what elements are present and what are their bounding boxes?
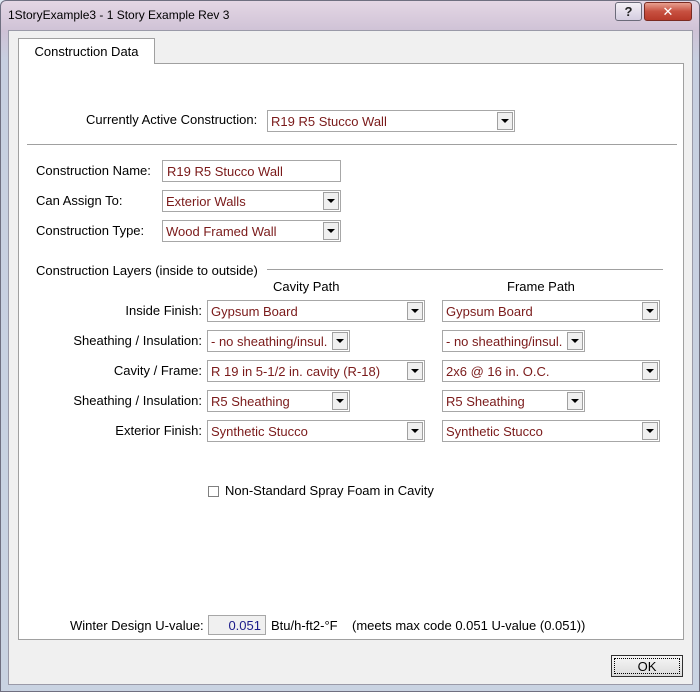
construction-name-value: R19 R5 Stucco Wall (167, 164, 283, 179)
uvalue-units: Btu/h-ft2-°F (271, 618, 338, 633)
close-button[interactable]: ✕ (644, 2, 692, 21)
chevron-down-icon[interactable] (323, 222, 339, 240)
inner-sheathing-cavity-select[interactable]: - no sheathing/insul. (207, 330, 350, 352)
inside-finish-frame-value: Gypsum Board (446, 304, 533, 319)
cavity-frame-label: Cavity / Frame: (113, 363, 202, 378)
chevron-down-icon[interactable] (567, 332, 583, 350)
assign-to-select[interactable]: Exterior Walls (162, 190, 341, 212)
inside-finish-label: Inside Finish: (125, 303, 202, 318)
outer-sheathing-label: Sheathing / Insulation: (73, 393, 202, 408)
exterior-finish-frame-select[interactable]: Synthetic Stucco (442, 420, 660, 442)
construction-type-label: Construction Type: (36, 223, 145, 238)
inside-finish-frame-select[interactable]: Gypsum Board (442, 300, 660, 322)
outer-sheathing-frame-select[interactable]: R5 Sheathing (442, 390, 585, 412)
assign-to-value: Exterior Walls (166, 194, 246, 209)
uvalue-label: Winter Design U-value: (70, 618, 204, 633)
cavity-insulation-value: R 19 in 5-1/2 in. cavity (R-18) (211, 364, 381, 379)
exterior-finish-cavity-value: Synthetic Stucco (211, 424, 308, 439)
chevron-down-icon[interactable] (323, 192, 339, 210)
exterior-finish-label: Exterior Finish: (115, 423, 202, 438)
layers-heading: Construction Layers (inside to outside) (36, 263, 258, 278)
dialog-client-area: Construction Data Currently Active Const… (8, 30, 693, 685)
construction-data-panel: Currently Active Construction: R19 R5 St… (18, 63, 684, 640)
layers-divider (267, 269, 663, 271)
chevron-down-icon[interactable] (332, 332, 348, 350)
spray-foam-label[interactable]: Non-Standard Spray Foam in Cavity (225, 483, 434, 498)
assign-to-label: Can Assign To: (36, 193, 123, 208)
construction-type-select[interactable]: Wood Framed Wall (162, 220, 341, 242)
chevron-down-icon[interactable] (407, 302, 423, 320)
ok-button[interactable]: OK (611, 655, 683, 677)
exterior-finish-cavity-select[interactable]: Synthetic Stucco (207, 420, 425, 442)
chevron-down-icon[interactable] (497, 112, 513, 130)
inner-sheathing-frame-select[interactable]: - no sheathing/insul. (442, 330, 585, 352)
cavity-path-header: Cavity Path (273, 279, 340, 294)
uvalue-code-note: (meets max code 0.051 U-value (0.051)) (352, 618, 586, 633)
chevron-down-icon[interactable] (332, 392, 348, 410)
chevron-down-icon[interactable] (642, 362, 658, 380)
inner-sheathing-label: Sheathing / Insulation: (73, 333, 202, 348)
chevron-down-icon[interactable] (567, 392, 583, 410)
spray-foam-checkbox[interactable] (208, 486, 219, 497)
uvalue-readout: 0.051 (208, 615, 266, 635)
frame-path-header: Frame Path (507, 279, 575, 294)
outer-sheathing-cavity-select[interactable]: R5 Sheathing (207, 390, 350, 412)
outer-sheathing-frame-value: R5 Sheathing (446, 394, 525, 409)
construction-name-input[interactable]: R19 R5 Stucco Wall (162, 160, 341, 182)
chevron-down-icon[interactable] (407, 362, 423, 380)
inside-finish-cavity-select[interactable]: Gypsum Board (207, 300, 425, 322)
title-bar: 1StoryExample3 - 1 Story Example Rev 3 ?… (1, 1, 699, 29)
outer-sheathing-cavity-value: R5 Sheathing (211, 394, 290, 409)
help-button[interactable]: ? (615, 2, 642, 21)
framing-value: 2x6 @ 16 in. O.C. (446, 364, 550, 379)
tab-construction-data[interactable]: Construction Data (18, 38, 155, 64)
uvalue-value: 0.051 (228, 618, 261, 633)
chevron-down-icon[interactable] (642, 302, 658, 320)
inner-sheathing-cavity-value: - no sheathing/insul. (211, 334, 328, 349)
construction-name-label: Construction Name: (36, 163, 151, 178)
active-construction-select[interactable]: R19 R5 Stucco Wall (267, 110, 515, 132)
inner-sheathing-frame-value: - no sheathing/insul. (446, 334, 563, 349)
chevron-down-icon[interactable] (407, 422, 423, 440)
framing-select[interactable]: 2x6 @ 16 in. O.C. (442, 360, 660, 382)
active-construction-label: Currently Active Construction: (86, 112, 258, 127)
window-title: 1StoryExample3 - 1 Story Example Rev 3 (8, 8, 230, 22)
cavity-insulation-select[interactable]: R 19 in 5-1/2 in. cavity (R-18) (207, 360, 425, 382)
construction-type-value: Wood Framed Wall (166, 224, 277, 239)
active-construction-value: R19 R5 Stucco Wall (271, 114, 387, 129)
divider (27, 144, 677, 146)
exterior-finish-frame-value: Synthetic Stucco (446, 424, 543, 439)
inside-finish-cavity-value: Gypsum Board (211, 304, 298, 319)
chevron-down-icon[interactable] (642, 422, 658, 440)
dialog-window: 1StoryExample3 - 1 Story Example Rev 3 ?… (0, 0, 700, 692)
